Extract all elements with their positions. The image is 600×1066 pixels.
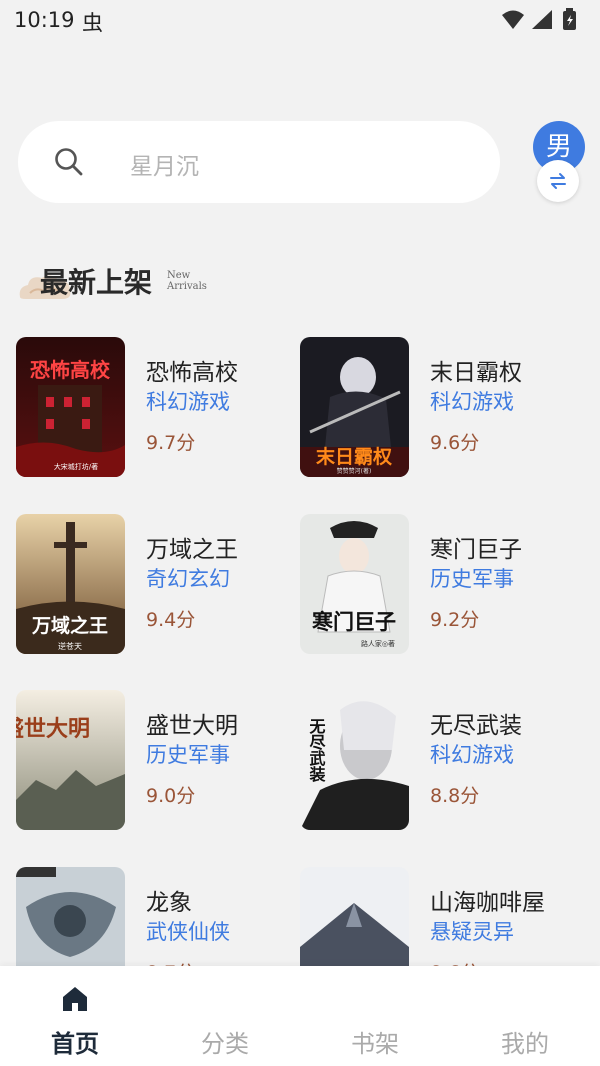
svg-text:万域之王: 万域之王 [31,614,108,637]
book-cover[interactable]: 无尽武装 [300,690,409,830]
book-cover[interactable]: 恐怖高校 大宋城打坊/著 [16,337,125,477]
book-title: 龙象 [146,890,192,916]
book-score: 8.8分 [430,785,480,807]
home-icon [63,987,87,1011]
tab-category[interactable]: 分类 [150,966,300,1066]
swap-gender-button[interactable] [537,160,579,202]
tab-home[interactable]: 首页 [0,966,150,1066]
status-bar: 10:19 虫 [0,0,600,40]
tab-mine[interactable]: 我的 [450,966,600,1066]
book-score: 9.2分 [430,609,480,631]
book-genre[interactable]: 历史军事 [146,739,230,769]
svg-text:路人家◎著: 路人家◎著 [361,639,395,648]
book-title: 山海咖啡屋 [430,890,545,916]
svg-text:末日霸权: 末日霸权 [316,445,392,468]
book-item[interactable]: 盛世大明 盛世大明 历史军事 9.0分 [16,690,286,835]
tab-label: 分类 [201,1030,249,1058]
section-subtitle: New Arrivals [167,270,207,292]
book-title: 无尽武装 [430,713,522,739]
book-title: 寒门巨子 [430,537,522,563]
book-genre[interactable]: 科幻游戏 [430,386,514,416]
tab-label: 我的 [501,1030,549,1058]
book-title: 恐怖高校 [146,360,238,386]
section-title: 最新上架 [40,266,153,299]
status-time: 10:19 [14,8,75,32]
book-score: 9.7分 [146,432,196,454]
book-genre[interactable]: 悬疑灵异 [430,916,514,946]
book-title: 万域之王 [146,537,238,563]
book-score: 9.6分 [430,432,480,454]
book-cover[interactable]: 寒门巨子 路人家◎著 [300,514,409,654]
book-cover[interactable]: 万域之王 逆苍天 [16,514,125,654]
book-title: 盛世大明 [146,713,238,739]
svg-text:无尽武装: 无尽武装 [307,718,327,783]
notification-icon: 虫 [82,11,103,35]
book-item[interactable]: 恐怖高校 大宋城打坊/著 恐怖高校 科幻游戏 9.7分 [16,337,286,482]
book-cover[interactable]: 盛世大明 [16,690,125,830]
search-bar[interactable]: 星月沉 [18,121,500,203]
book-genre[interactable]: 科幻游戏 [146,386,230,416]
search-icon [54,147,84,177]
section-header: 最新上架 New Arrivals [16,255,256,310]
search-placeholder: 星月沉 [130,154,199,180]
book-item[interactable]: 万域之王 逆苍天 万域之王 奇幻玄幻 9.4分 [16,514,286,659]
book-title: 末日霸权 [430,360,522,386]
tab-label: 书架 [351,1030,399,1058]
signal-icon [532,10,552,29]
status-icons [500,8,584,32]
svg-text:赞赞赞河(著): 赞赞赞河(著) [337,467,372,475]
book-score: 9.0分 [146,785,196,807]
wifi-icon [502,10,524,29]
book-item[interactable]: 寒门巨子 路人家◎著 寒门巨子 历史军事 9.2分 [300,514,570,659]
tab-bookshelf[interactable]: 书架 [300,966,450,1066]
swap-icon [550,173,566,189]
svg-text:恐怖高校: 恐怖高校 [30,358,111,382]
book-score: 9.4分 [146,609,196,631]
svg-text:大宋城打坊/著: 大宋城打坊/著 [54,462,98,471]
book-cover[interactable]: 末日霸权 赞赞赞河(著) [300,337,409,477]
book-genre[interactable]: 武侠仙侠 [146,916,230,946]
book-genre[interactable]: 历史军事 [430,563,514,593]
book-genre[interactable]: 科幻游戏 [430,739,514,769]
bottom-tab-bar: 首页 分类 书架 我的 [0,966,600,1066]
svg-text:逆苍天: 逆苍天 [58,641,82,651]
svg-text:盛世大明: 盛世大明 [16,716,90,742]
svg-text:寒门巨子: 寒门巨子 [312,610,396,634]
tab-label: 首页 [51,1030,99,1058]
book-genre[interactable]: 奇幻玄幻 [146,563,230,593]
book-item[interactable]: 无尽武装 无尽武装 科幻游戏 8.8分 [300,690,570,835]
book-item[interactable]: 末日霸权 赞赞赞河(著) 末日霸权 科幻游戏 9.6分 [300,337,570,482]
